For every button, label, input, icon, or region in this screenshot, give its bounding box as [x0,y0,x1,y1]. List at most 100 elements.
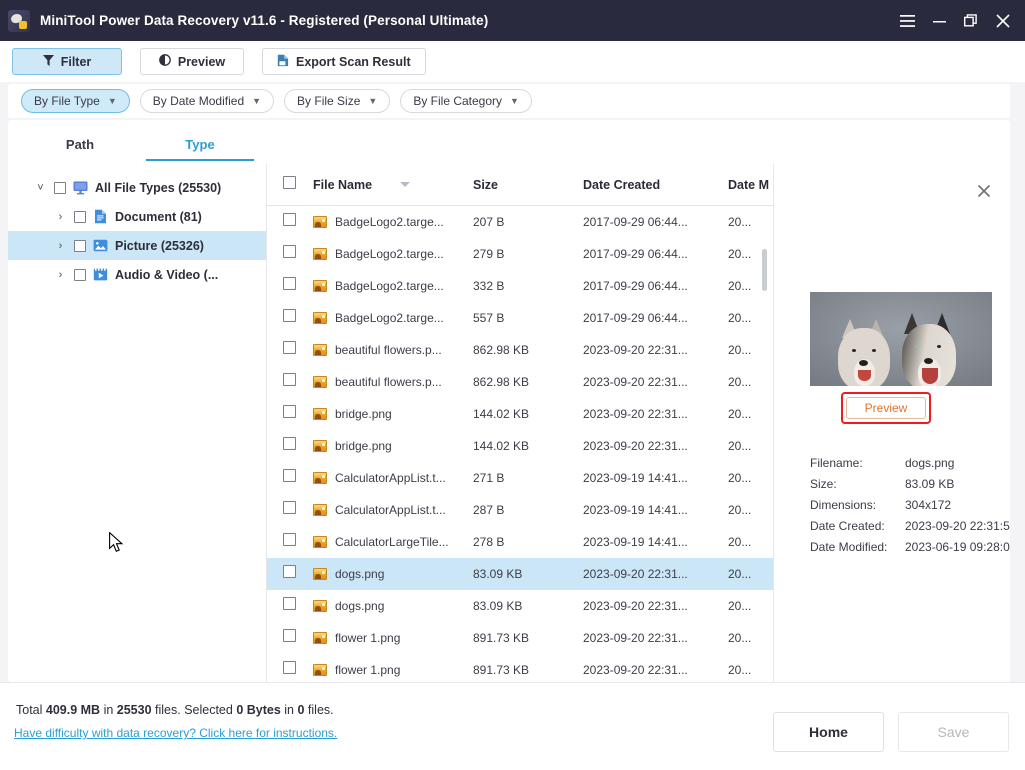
tree-checkbox[interactable] [54,181,66,194]
row-checkbox[interactable] [283,245,296,258]
close-icon[interactable] [977,184,993,200]
filter-chip-by-file-type[interactable]: By File Type ▼ [21,89,130,113]
preview-thumbnail [810,292,992,386]
row-checkbox[interactable] [283,341,296,354]
table-row[interactable]: beautiful flowers.p... 862.98 KB 2023-09-2… [267,334,773,366]
preview-panel: Preview Filename: dogs.png Size: 83.09 K… [774,164,1010,682]
cell-date-created: 2023-09-19 14:41... [583,503,688,517]
file-list-scrollbar-thumb[interactable] [762,249,767,291]
row-checkbox[interactable] [283,277,296,290]
sort-descending-icon[interactable] [400,182,411,187]
row-checkbox[interactable] [283,213,296,226]
row-checkbox-cell [283,469,313,487]
filter-chip-by-date-modified[interactable]: By Date Modified ▼ [139,89,275,113]
table-row[interactable]: dogs.png 83.09 KB 2023-09-20 22:31... 20... [267,590,773,622]
status-selected-size: 0 Bytes [236,703,281,717]
twisty-collapsed-icon[interactable]: › [54,211,67,223]
file-name-text: dogs.png [335,567,385,581]
table-row[interactable]: bridge.png 144.02 KB 2023-09-20 22:31... 20… [267,398,773,430]
filter-chip-row: By File Type ▼ By Date Modified ▼ By Fil… [8,84,1010,118]
chevron-down-icon: ▼ [107,95,117,106]
table-row[interactable]: CalculatorLargeTile... 278 B 2023-09-19 14… [267,526,773,558]
row-checkbox[interactable] [283,629,296,642]
chevron-down-icon: ▼ [252,95,262,106]
table-row[interactable]: bridge.png 144.02 KB 2023-09-20 22:31... 20… [267,430,773,462]
row-checkbox[interactable] [283,565,296,578]
filter-chip-by-file-category[interactable]: By File Category ▼ [400,89,532,113]
menu-icon[interactable] [891,6,923,36]
table-row[interactable]: flower 1.png 891.73 KB 2023-09-20 22:31...… [267,654,773,682]
twisty-expanded-icon[interactable]: ˅ [34,182,47,194]
tree-item-picture[interactable]: › Picture (25326) [8,231,266,260]
metadata-key: Filename: [810,455,863,470]
table-row[interactable]: beautiful flowers.p... 862.98 KB 2023-09-2… [267,366,773,398]
tree-checkbox[interactable] [74,239,86,252]
picture-file-icon [313,440,327,452]
column-header-file-name[interactable]: File Name [313,178,473,192]
row-checkbox-cell [283,629,313,647]
tree-checkbox[interactable] [74,268,86,281]
cell-size: 557 B [473,311,505,325]
select-all-checkbox[interactable] [283,175,296,189]
status-prefix: Total [16,703,46,717]
close-icon[interactable] [987,6,1019,36]
row-checkbox[interactable] [283,309,296,322]
column-header-date-created[interactable]: Date Created [583,176,728,194]
help-link[interactable]: Have difficulty with data recovery? Clic… [14,726,337,740]
home-button[interactable]: Home [773,712,884,752]
twisty-collapsed-icon[interactable]: › [54,240,67,252]
export-scan-result-button[interactable]: Export Scan Result [262,48,426,75]
metadata-value: 83.09 KB [905,476,955,491]
column-header-size[interactable]: Size [473,176,583,194]
table-row[interactable]: CalculatorAppList.t... 287 B 2023-09-19 14… [267,494,773,526]
row-checkbox[interactable] [283,597,296,610]
cell-file-name: beautiful flowers.p... [313,375,473,389]
table-row[interactable]: BadgeLogo2.targe... 207 B 2017-09-29 06:44… [267,206,773,238]
cell-file-name: flower 1.png [313,631,473,645]
restore-icon[interactable] [955,6,987,36]
row-checkbox[interactable] [283,661,296,674]
preview-button[interactable]: Preview [140,48,244,75]
minimize-icon[interactable] [923,6,955,36]
filter-chip-by-file-size[interactable]: By File Size ▼ [284,89,391,113]
twisty-collapsed-icon[interactable]: › [54,269,67,281]
cell-size: 278 B [473,535,505,549]
tab-path[interactable]: Path [20,128,140,161]
table-row[interactable]: BadgeLogo2.targe... 332 B 2017-09-29 06:44… [267,270,773,302]
cell-date-created: 2023-09-20 22:31... [583,375,688,389]
filter-button[interactable]: Filter [12,48,122,75]
picture-file-icon [313,536,327,548]
table-row[interactable]: dogs.png 83.09 KB 2023-09-20 22:31... 20... [267,558,773,590]
file-name-text: CalculatorLargeTile... [335,535,449,549]
row-checkbox[interactable] [283,405,296,418]
table-row[interactable]: BadgeLogo2.targe... 557 B 2017-09-29 06:44… [267,302,773,334]
row-checkbox-cell [283,597,313,615]
tree-item-all-file-types[interactable]: ˅ All File Types (25530) [8,173,266,202]
table-row[interactable]: BadgeLogo2.targe... 279 B 2017-09-29 06:44… [267,238,773,270]
cell-file-name: flower 1.png [313,663,473,677]
preview-open-button[interactable]: Preview [846,397,926,419]
file-list-rows: BadgeLogo2.targe... 207 B 2017-09-29 06:44… [267,206,773,682]
file-name-text: dogs.png [335,599,385,613]
column-header-date-modified[interactable]: Date M [728,176,773,194]
tree-item-document[interactable]: › Document (81) [8,202,266,231]
column-header-label: Date Created [583,177,661,192]
row-checkbox[interactable] [283,533,296,546]
save-button[interactable]: Save [898,712,1009,752]
row-checkbox[interactable] [283,501,296,514]
picture-file-icon [313,376,327,388]
tree-item-label: Audio & Video (... [115,267,219,282]
row-checkbox[interactable] [283,437,296,450]
cell-date-created: 2023-09-19 14:41... [583,471,688,485]
cell-file-name: bridge.png [313,439,473,453]
tree-item-audio-video[interactable]: › Audio & Video (... [8,260,266,289]
metadata-value: 304x172 [905,497,952,512]
row-checkbox[interactable] [283,373,296,386]
table-row[interactable]: CalculatorAppList.t... 271 B 2023-09-19 14… [267,462,773,494]
table-row[interactable]: flower 1.png 891.73 KB 2023-09-20 22:31...… [267,622,773,654]
cell-date-modified: 20... [728,631,752,645]
tab-type[interactable]: Type [140,128,260,161]
cell-date-modified: 20... [728,407,752,421]
tree-checkbox[interactable] [74,210,86,223]
row-checkbox[interactable] [283,469,296,482]
